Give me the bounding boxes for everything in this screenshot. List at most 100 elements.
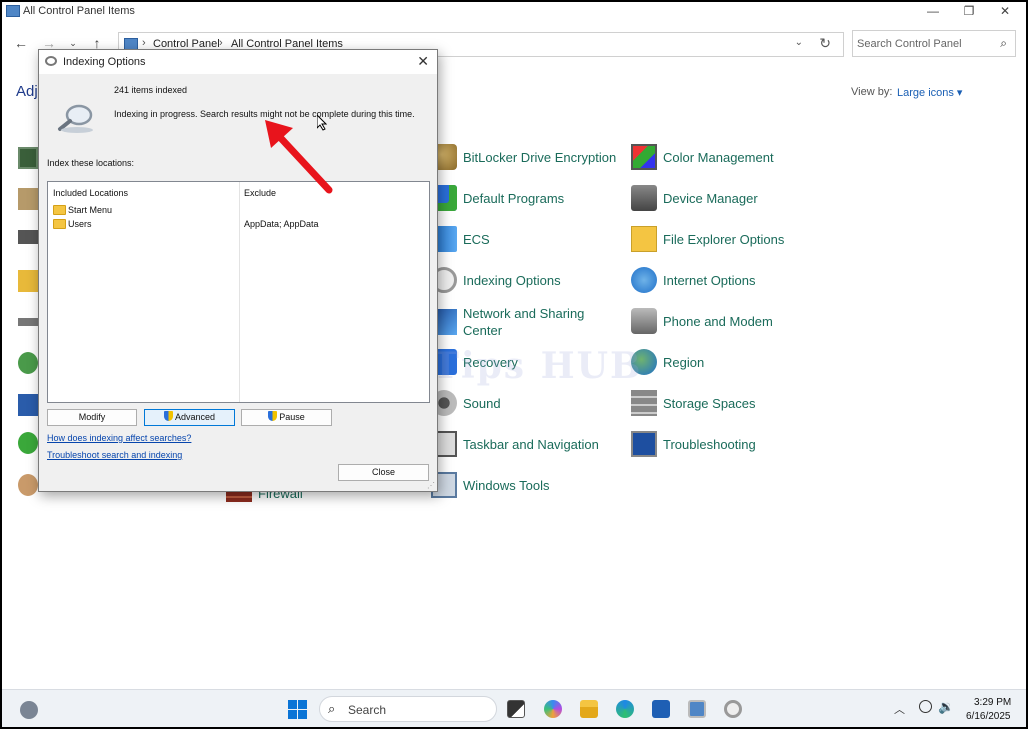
control-panel-item-network-sharing[interactable]: Network and Sharing Center (431, 305, 613, 339)
clock-time[interactable]: 3:29 PM (974, 697, 1011, 708)
color-management-icon (631, 144, 657, 170)
button-label: Pause (279, 412, 305, 422)
edge-icon[interactable] (616, 700, 634, 718)
item-label: Troubleshooting (663, 436, 756, 452)
windows-logo-icon (298, 710, 307, 719)
control-panel-item-windows-tools[interactable]: Windows Tools (431, 470, 549, 500)
item-label: Network and Sharing Center (463, 306, 585, 338)
control-panel-item-sound[interactable]: Sound (431, 388, 501, 418)
close-icon[interactable]: ✕ (417, 53, 429, 70)
partial-item-icon[interactable] (18, 352, 38, 374)
control-panel-item-indexing-options[interactable]: Indexing Options (431, 265, 561, 295)
view-by-label: View by: (851, 86, 893, 98)
weather-icon[interactable] (20, 701, 38, 719)
control-panel-icon (6, 5, 20, 17)
store-icon[interactable] (652, 700, 670, 718)
search-box[interactable]: ⌕ (852, 30, 1016, 57)
location-exclude: AppData; AppData (244, 219, 319, 229)
control-panel-icon[interactable] (688, 700, 706, 718)
control-panel-item-storage-spaces[interactable]: Storage Spaces (631, 388, 756, 418)
modify-button[interactable]: Modify (47, 409, 137, 426)
network-globe-icon[interactable] (919, 700, 932, 713)
partial-item-icon[interactable] (18, 270, 38, 292)
control-panel-item-bitlocker[interactable]: BitLocker Drive Encryption (431, 142, 616, 172)
folder-icon (53, 218, 66, 229)
file-explorer-icon[interactable] (580, 700, 598, 718)
storage-spaces-icon (631, 390, 657, 416)
control-panel-item-device-manager[interactable]: Device Manager (631, 183, 758, 213)
location-name: Start Menu (68, 204, 113, 215)
back-arrow-icon[interactable]: ← (12, 34, 30, 52)
partial-item-icon[interactable] (18, 318, 38, 326)
locations-table[interactable]: Included Locations Exclude Start Menu Us… (47, 181, 430, 403)
item-label: Windows Tools (463, 477, 550, 493)
item-label: File Explorer Options (663, 231, 785, 247)
partial-item-icon[interactable] (18, 432, 38, 454)
partial-item-icon[interactable] (18, 474, 38, 496)
advanced-button[interactable]: Advanced (144, 409, 235, 426)
taskbar: ⌕ Search ︿ 🔉 3:29 PM 6/16/2025 (2, 689, 1026, 727)
partial-item-icon[interactable] (18, 230, 38, 244)
dialog-title: Indexing Options (63, 56, 146, 68)
button-label: Close (371, 467, 395, 477)
taskbar-search[interactable]: ⌕ Search (319, 696, 497, 722)
control-panel-item-default-programs[interactable]: Default Programs (431, 183, 564, 213)
file-explorer-options-icon (631, 226, 657, 252)
folder-icon (53, 204, 66, 215)
clock-date[interactable]: 6/16/2025 (966, 711, 1011, 722)
show-hidden-icons-chevron-icon[interactable]: ︿ (894, 701, 905, 717)
table-row[interactable]: Users (53, 217, 92, 230)
windows-logo-icon (288, 710, 297, 719)
refresh-icon[interactable]: ↻ (819, 35, 831, 52)
control-panel-item-troubleshooting[interactable]: Troubleshooting (631, 429, 756, 459)
indexing-help-link[interactable]: How does indexing affect searches? (47, 433, 191, 443)
file-manager-icon[interactable] (507, 700, 525, 718)
item-label: Phone and Modem (663, 313, 773, 329)
item-label: Taskbar and Navigation (463, 436, 599, 452)
control-panel-item-ecs[interactable]: ECS (431, 224, 490, 254)
control-panel-item-file-explorer-options[interactable]: File Explorer Options (631, 224, 784, 254)
volume-icon[interactable]: 🔉 (938, 699, 954, 715)
indexing-options-icon[interactable] (724, 700, 742, 718)
uac-shield-icon (268, 411, 278, 421)
device-manager-icon (631, 185, 657, 211)
breadcrumb-separator-icon[interactable]: › (142, 37, 146, 49)
window-title: All Control Panel Items (23, 5, 135, 17)
search-input[interactable] (857, 35, 993, 52)
search-icon[interactable]: ⌕ (1000, 36, 1007, 51)
control-panel-item-taskbar-navigation[interactable]: Taskbar and Navigation (431, 429, 599, 459)
troubleshooting-icon (631, 431, 657, 457)
item-label: BitLocker Drive Encryption (463, 149, 617, 165)
taskbar-search-label: Search (348, 703, 387, 717)
breadcrumb-separator-icon[interactable]: › (219, 37, 223, 49)
pause-button[interactable]: Pause (241, 409, 332, 426)
column-header-included[interactable]: Included Locations (53, 188, 128, 198)
address-dropdown-icon[interactable]: ⌄ (795, 37, 803, 48)
window-titlebar: All Control Panel Items — ❐ ✕ (2, 2, 1026, 24)
troubleshoot-link[interactable]: Troubleshoot search and indexing (47, 450, 182, 460)
control-panel-item-internet-options[interactable]: Internet Options (631, 265, 756, 295)
partial-item-icon[interactable] (18, 394, 38, 416)
close-button[interactable]: Close (338, 464, 429, 481)
items-indexed-count: 241 items indexed (114, 85, 188, 95)
column-divider (239, 182, 240, 402)
index-locations-label: Index these locations: (47, 158, 135, 168)
control-panel-item-color-management[interactable]: Color Management (631, 142, 774, 172)
item-label: Indexing Options (463, 272, 561, 288)
control-panel-item-phone-modem[interactable]: Phone and Modem (631, 306, 773, 336)
resize-grip-icon[interactable]: ⋰ (427, 481, 435, 490)
minimize-icon[interactable]: — (914, 2, 952, 22)
button-label: Modify (78, 412, 106, 422)
copilot-icon[interactable] (544, 700, 562, 718)
table-row[interactable]: Start Menu (53, 203, 112, 216)
magnifier-icon (58, 104, 93, 133)
dialog-titlebar: Indexing Options ✕ (39, 50, 437, 74)
start-button[interactable] (288, 700, 307, 719)
close-icon[interactable]: ✕ (986, 2, 1024, 22)
partial-item-icon[interactable] (18, 188, 38, 210)
view-by-dropdown[interactable]: Large icons ▾ (897, 86, 962, 99)
maximize-icon[interactable]: ❐ (950, 2, 988, 22)
item-label: Region (663, 354, 705, 370)
mouse-cursor-icon (317, 115, 327, 131)
partial-item-icon[interactable] (18, 147, 38, 169)
